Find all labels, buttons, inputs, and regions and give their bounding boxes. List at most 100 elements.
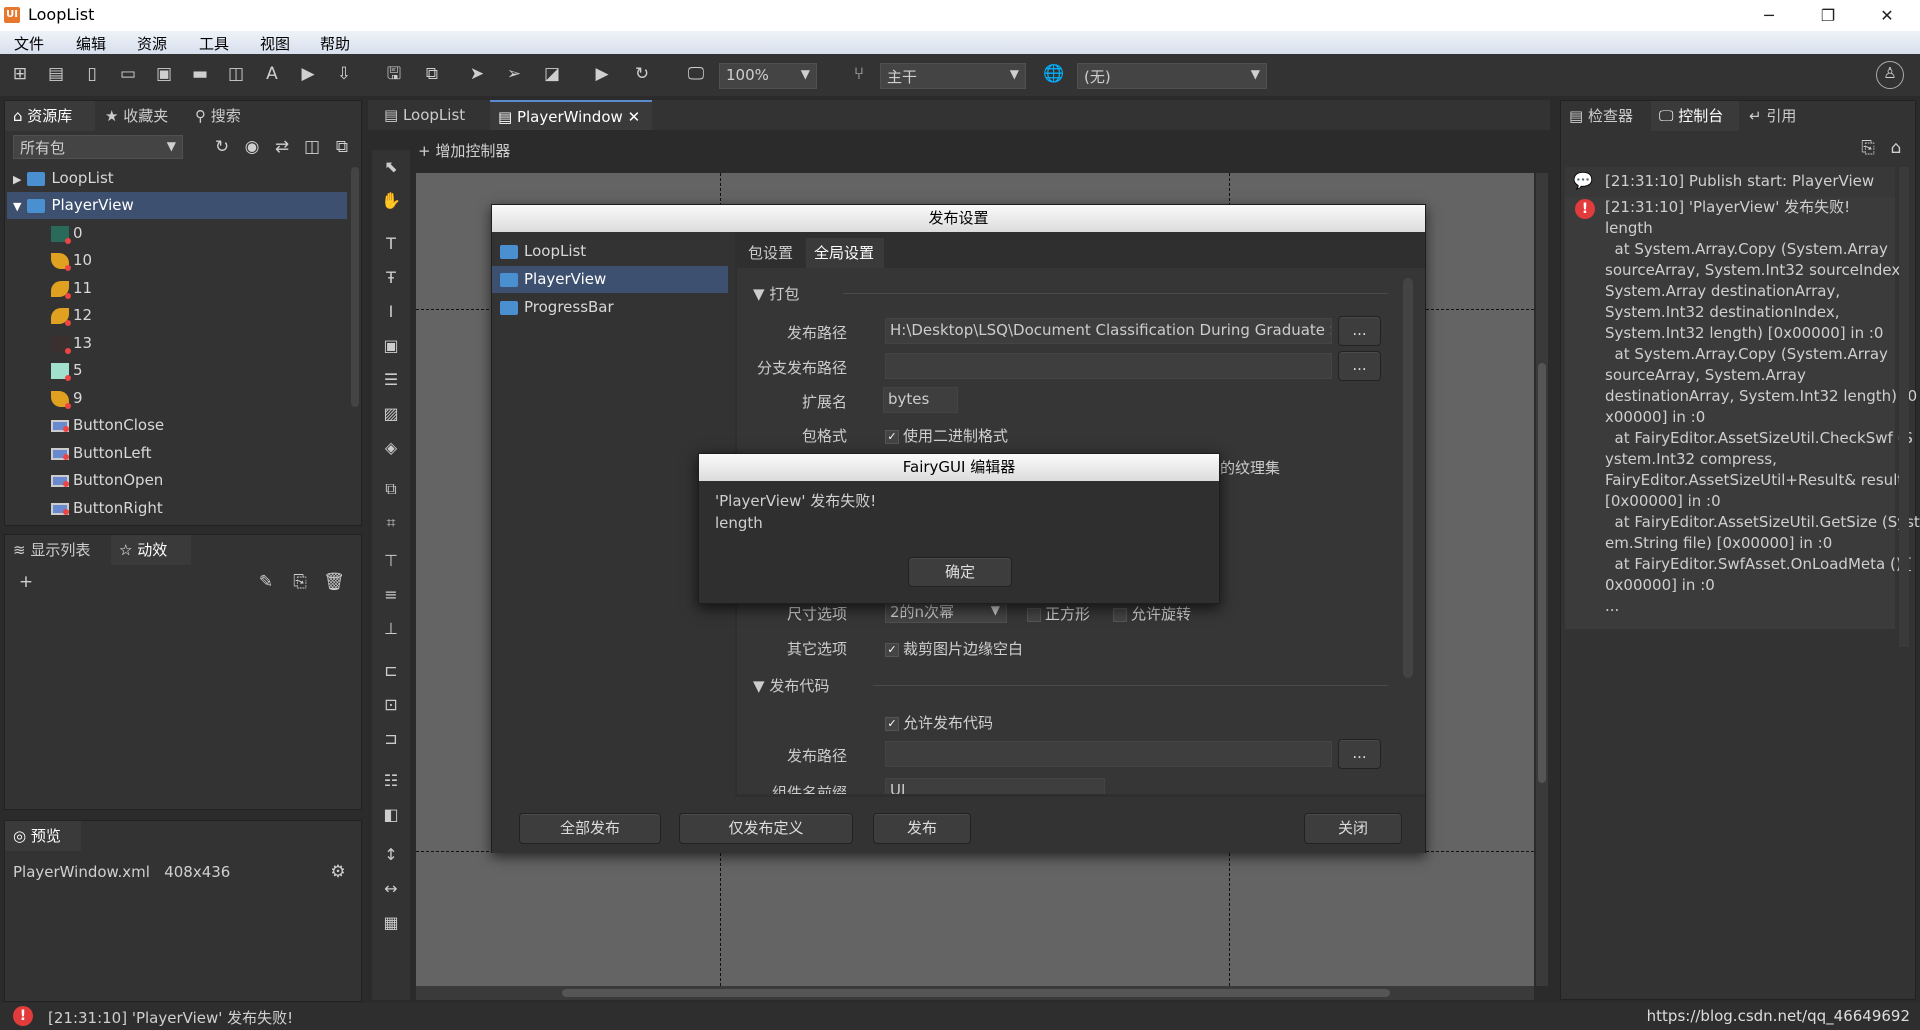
code-path-input[interactable] bbox=[885, 741, 1332, 767]
tab-console[interactable]: 🖵 控制台 bbox=[1651, 101, 1739, 131]
locate-icon[interactable]: ◉ bbox=[241, 136, 263, 158]
menu-file[interactable]: 文件 bbox=[14, 33, 44, 54]
extension-input[interactable]: bytes bbox=[883, 387, 958, 413]
list-tool-icon[interactable]: ☰ bbox=[380, 369, 402, 391]
display-icon[interactable]: 🖵 bbox=[685, 63, 707, 85]
edit-icon[interactable]: ✎ bbox=[255, 571, 277, 593]
ok-button[interactable]: 确定 bbox=[908, 557, 1012, 587]
add-icon[interactable]: + bbox=[15, 571, 37, 593]
tree-item-image[interactable]: 0 bbox=[7, 220, 347, 247]
align-middle-icon[interactable]: ≡ bbox=[380, 584, 402, 606]
browse-button[interactable]: ... bbox=[1338, 316, 1381, 346]
tab-transitions[interactable]: ☆ 动效 bbox=[111, 535, 191, 565]
v-scrollbar[interactable] bbox=[1536, 173, 1548, 986]
package-filter-select[interactable]: 所有包 ▼ bbox=[13, 135, 183, 159]
new-combobox-icon[interactable]: ▣ bbox=[153, 63, 175, 85]
tab-search[interactable]: ⚲ 搜索 bbox=[187, 101, 267, 131]
import-icon[interactable]: ⇩ bbox=[333, 63, 355, 85]
tab-global-settings[interactable]: 全局设置 bbox=[806, 238, 884, 268]
close-button[interactable]: 关闭 bbox=[1304, 813, 1402, 844]
branch-select[interactable]: 主干 ▼ bbox=[880, 63, 1026, 89]
tree-item-image[interactable]: 10 bbox=[7, 247, 347, 274]
tab-looplist[interactable]: ▤ LoopList bbox=[376, 100, 488, 130]
gear-icon[interactable]: ⚙ bbox=[327, 861, 349, 883]
tab-inspector[interactable]: ▤ 检查器 bbox=[1561, 101, 1649, 131]
tree-item-playerview[interactable]: ▼ PlayerView bbox=[7, 192, 347, 219]
tree-item-looplist[interactable]: ▶ LoopList bbox=[7, 165, 347, 192]
browse-button[interactable]: ... bbox=[1338, 351, 1381, 381]
copy-icon[interactable]: ⎘ bbox=[1857, 137, 1879, 159]
same-width-icon[interactable]: ↔ bbox=[380, 878, 402, 900]
new-font-icon[interactable]: A bbox=[261, 63, 283, 85]
package-item[interactable]: LoopList bbox=[492, 238, 728, 265]
split-view-icon[interactable]: ◫ bbox=[301, 136, 323, 158]
h-scrollbar[interactable] bbox=[416, 986, 1534, 1000]
browse-button[interactable]: ... bbox=[1338, 739, 1381, 769]
select-tool-icon[interactable]: ⬉ bbox=[380, 156, 402, 178]
group-tool-icon[interactable]: ⧉ bbox=[380, 478, 402, 500]
console-scrollbar[interactable] bbox=[1899, 167, 1909, 647]
tree-item-image[interactable]: 9 bbox=[7, 385, 347, 412]
zoom-select[interactable]: 100% ▼ bbox=[719, 63, 817, 89]
publish-definition-button[interactable]: 仅发布定义 bbox=[679, 813, 853, 844]
menu-view[interactable]: 视图 bbox=[260, 33, 290, 54]
refresh-icon[interactable]: ↻ bbox=[211, 136, 233, 158]
tab-display-list[interactable]: ≋ 显示列表 bbox=[5, 535, 109, 565]
align-right-icon[interactable]: ⊐ bbox=[380, 728, 402, 750]
text-tool-icon[interactable]: T bbox=[380, 233, 402, 255]
tab-references[interactable]: ↵ 引用 bbox=[1741, 101, 1813, 131]
tab-library[interactable]: ⌂ 资源库 bbox=[5, 101, 95, 131]
settings-scrollbar[interactable] bbox=[1403, 278, 1413, 678]
new-button-icon[interactable]: ▭ bbox=[117, 63, 139, 85]
user-avatar-icon[interactable]: ♙ bbox=[1876, 61, 1904, 89]
tree-item-button[interactable]: ButtonRight bbox=[7, 495, 347, 522]
maximize-button[interactable]: ❐ bbox=[1805, 3, 1851, 29]
publish-settings-icon[interactable]: ➢ bbox=[503, 63, 525, 85]
add-controller-button[interactable]: + 增加控制器 bbox=[418, 140, 510, 161]
tab-playerwindow[interactable]: ▤ PlayerWindow ✕ bbox=[490, 100, 652, 130]
tree-item-button[interactable]: ButtonClose bbox=[7, 412, 347, 439]
align-top-icon[interactable]: ⊤ bbox=[380, 550, 402, 572]
collapse-all-icon[interactable]: ⧉ bbox=[331, 136, 353, 158]
publish-button[interactable]: 发布 bbox=[873, 813, 971, 844]
collapse-icon[interactable]: ▼ bbox=[7, 200, 27, 213]
delete-icon[interactable]: 🗑 bbox=[323, 571, 345, 593]
package-item[interactable]: ProgressBar bbox=[492, 294, 728, 321]
minimize-button[interactable]: ─ bbox=[1746, 3, 1792, 29]
publish-icon[interactable]: ➤ bbox=[466, 63, 488, 85]
new-progressbar-icon[interactable]: ▬ bbox=[189, 63, 211, 85]
package-item[interactable]: PlayerView bbox=[492, 266, 728, 293]
copy-icon[interactable]: ⎘ bbox=[289, 571, 311, 593]
expand-icon[interactable]: ▶ bbox=[7, 173, 27, 186]
publish-path-input[interactable]: H:\Desktop\LSQ\Document Classification D… bbox=[885, 318, 1332, 344]
close-window-button[interactable]: ✕ bbox=[1864, 3, 1910, 29]
same-height-icon[interactable]: ↕ bbox=[380, 844, 402, 866]
new-slider-icon[interactable]: ◫ bbox=[225, 63, 247, 85]
tree-item-image[interactable]: 13 bbox=[7, 330, 347, 357]
language-select[interactable]: (无) ▼ bbox=[1077, 63, 1267, 89]
new-folder-icon[interactable]: ⊞ bbox=[9, 63, 31, 85]
save-all-icon[interactable]: ⧉ bbox=[421, 63, 443, 85]
tree-scrollbar[interactable] bbox=[351, 167, 359, 407]
transform-tool-icon[interactable]: ⌗ bbox=[380, 512, 402, 534]
prefix-input[interactable]: UI bbox=[885, 778, 1105, 794]
save-icon[interactable]: 🖫 bbox=[383, 63, 405, 85]
section-pack[interactable]: ▼ 打包 bbox=[753, 283, 1393, 304]
trim-checkbox[interactable]: ✓ 裁剪图片边缘空白 bbox=[885, 638, 1023, 659]
hand-tool-icon[interactable]: ✋ bbox=[380, 190, 402, 212]
square-checkbox[interactable]: 正方形 bbox=[1027, 603, 1090, 624]
align-center-icon[interactable]: ⊡ bbox=[380, 694, 402, 716]
menu-assets[interactable]: 资源 bbox=[137, 33, 167, 54]
binary-format-checkbox[interactable]: ✓ 使用二进制格式 bbox=[885, 425, 1008, 446]
tree-item-image[interactable]: 5 bbox=[7, 357, 347, 384]
new-component-icon[interactable]: ▤ bbox=[45, 63, 67, 85]
tree-item-image[interactable]: 12 bbox=[7, 302, 347, 329]
close-tab-icon[interactable]: ✕ bbox=[628, 108, 641, 126]
input-tool-icon[interactable]: I bbox=[380, 301, 402, 323]
grid-icon[interactable]: ▦ bbox=[380, 912, 402, 934]
tree-item-button[interactable]: ButtonLeft bbox=[7, 440, 347, 467]
menu-tools[interactable]: 工具 bbox=[199, 33, 229, 54]
new-bookmark-icon[interactable]: ▯ bbox=[81, 63, 103, 85]
loader-tool-icon[interactable]: ◈ bbox=[380, 437, 402, 459]
menu-edit[interactable]: 编辑 bbox=[76, 33, 106, 54]
